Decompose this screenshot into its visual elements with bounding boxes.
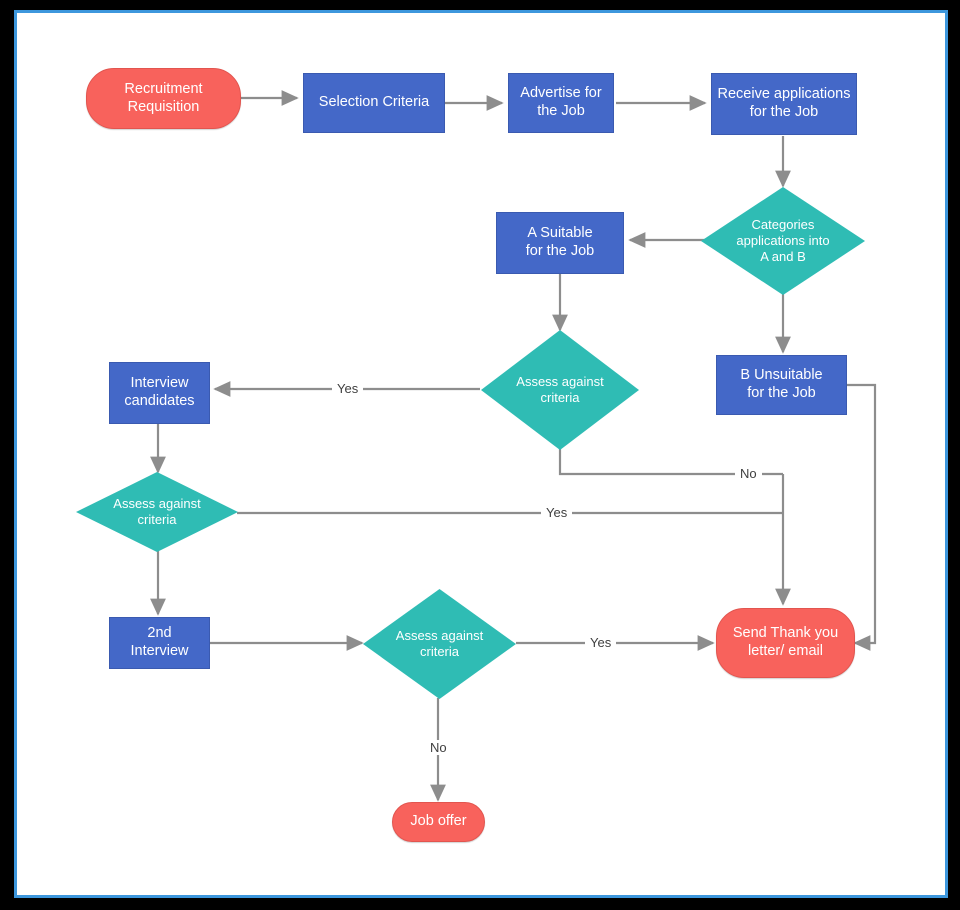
node-assess-against-criteria-3[interactable]: Assess against criteria (363, 589, 516, 699)
node-label: Assess against criteria (113, 496, 201, 527)
edge-label-assess3-no: No (425, 740, 452, 755)
flowchart-connectors (150, 90, 877, 802)
node-interview-candidates[interactable]: Interview candidates (109, 362, 210, 424)
node-b-unsuitable-for-the-job[interactable]: B Unsuitable for the Job (716, 355, 847, 415)
node-label: Assess against criteria (516, 374, 604, 405)
node-assess-against-criteria-1[interactable]: Assess against criteria (481, 330, 639, 450)
flowchart-canvas: Recruitment Requisition Selection Criter… (0, 0, 960, 910)
node-a-suitable-for-the-job[interactable]: A Suitable for the Job (496, 212, 624, 274)
image-frame: Recruitment Requisition Selection Criter… (0, 0, 960, 910)
edge-label-assess1-no: No (735, 466, 762, 481)
edge-label-assess1-yes: Yes (332, 381, 364, 396)
node-advertise-for-the-job[interactable]: Advertise for the Job (508, 73, 614, 133)
node-label: Send Thank you letter/ email (732, 625, 839, 659)
node-label: Categories applications into A and B (736, 217, 830, 264)
node-label: 2nd Interview (130, 625, 189, 659)
node-label: B Unsuitable for the Job (740, 367, 823, 401)
node-label: Advertise for the Job (520, 85, 602, 119)
node-assess-against-criteria-2[interactable]: Assess against criteria (76, 472, 238, 552)
node-selection-criteria[interactable]: Selection Criteria (303, 73, 445, 133)
node-label: Selection Criteria (318, 94, 430, 111)
node-label: Recruitment Requisition (124, 80, 203, 115)
node-label: A Suitable for the Job (525, 225, 595, 259)
edge-b-unsuitable-to-thankyou (847, 383, 877, 651)
edge-label-assess3-yes: Yes (585, 635, 617, 650)
node-receive-applications[interactable]: Receive applications for the Job (711, 73, 857, 135)
node-label: Interview candidates (124, 375, 195, 409)
node-label: Receive applications for the Job (717, 86, 851, 120)
node-send-thank-you-letter[interactable]: Send Thank you letter/ email (716, 608, 855, 678)
node-label: Assess against criteria (395, 628, 484, 659)
node-recruitment-requisition[interactable]: Recruitment Requisition (86, 68, 241, 129)
node-label: Job offer (410, 813, 467, 830)
node-job-offer[interactable]: Job offer (392, 802, 485, 842)
node-categories-applications[interactable]: Categories applications into A and B (701, 187, 865, 295)
node-second-interview[interactable]: 2nd Interview (109, 617, 210, 669)
edge-label-assess2-yes: Yes (541, 505, 573, 520)
